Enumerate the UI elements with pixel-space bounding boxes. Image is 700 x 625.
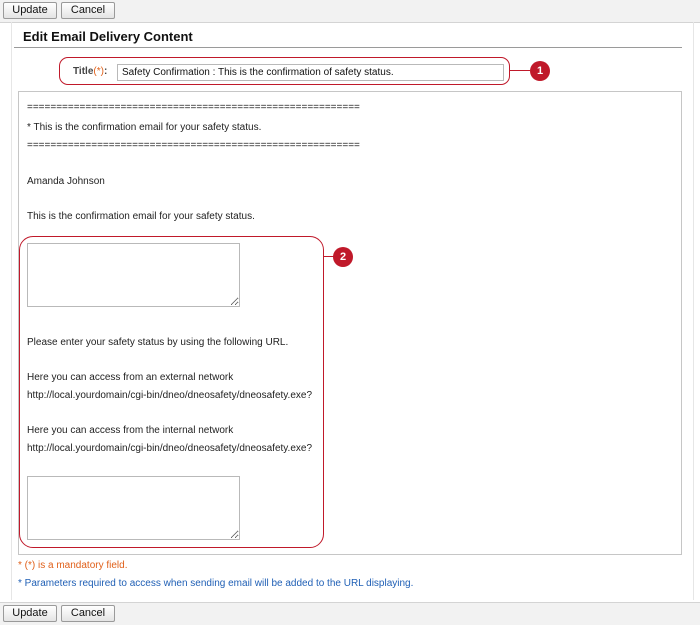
callout-frame-1 bbox=[59, 57, 510, 85]
update-button-bottom[interactable]: Update bbox=[3, 605, 57, 622]
heading-divider bbox=[14, 47, 682, 48]
mandatory-field-note: * (*) is a mandatory field. bbox=[18, 560, 128, 571]
parameters-note: * Parameters required to access when sen… bbox=[18, 578, 414, 589]
top-toolbar: Update Cancel bbox=[0, 0, 700, 23]
page-title: Edit Email Delivery Content bbox=[23, 29, 193, 44]
separator-line-bottom: ========================================… bbox=[27, 140, 360, 151]
callout-badge-1: 1 bbox=[530, 61, 550, 81]
cancel-button-bottom[interactable]: Cancel bbox=[61, 605, 115, 622]
cancel-button-top[interactable]: Cancel bbox=[61, 2, 115, 19]
recipient-name: Amanda Johnson bbox=[27, 176, 105, 187]
separator-line-top: ========================================… bbox=[27, 102, 360, 113]
bottom-toolbar: Update Cancel bbox=[0, 602, 700, 625]
callout-badge-2: 2 bbox=[333, 247, 353, 267]
email-intro: This is the confirmation email for your … bbox=[27, 211, 255, 222]
email-headline: * This is the confirmation email for you… bbox=[27, 122, 262, 133]
callout-leader-1 bbox=[510, 70, 530, 71]
update-button-top[interactable]: Update bbox=[3, 2, 57, 19]
callout-frame-2 bbox=[19, 236, 324, 548]
